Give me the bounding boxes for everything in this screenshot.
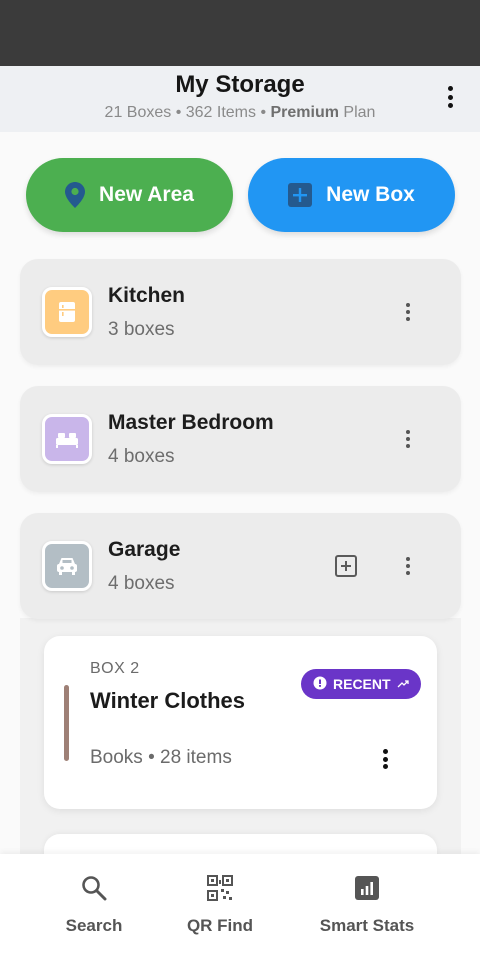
area-name: Garage — [108, 538, 181, 561]
search-icon — [80, 874, 108, 902]
plan-name: Premium — [270, 104, 339, 121]
badge-label: RECENT — [333, 676, 391, 692]
area-name: Master Bedroom — [108, 411, 274, 434]
bottom-navigation: Search QR Find Smart Stats — [0, 854, 480, 960]
box-number: BOX 2 — [90, 660, 140, 677]
box-card-winter-clothes[interactable]: BOX 2 Winter Clothes Books • 28 items RE… — [44, 636, 437, 809]
box-name: Winter Clothes — [90, 688, 246, 713]
nav-label: Smart Stats — [319, 916, 415, 935]
nav-label: Search — [65, 916, 123, 935]
app-header: My Storage 21 Boxes • 362 Items • Premiu… — [0, 66, 480, 132]
badge-star-icon — [313, 676, 327, 693]
bar-chart-icon — [353, 874, 381, 902]
area-more-icon[interactable] — [403, 303, 413, 321]
page-title: My Storage — [175, 71, 305, 98]
nav-smart-stats[interactable]: Smart Stats — [312, 874, 422, 936]
header-more-icon[interactable] — [440, 86, 460, 108]
qr-code-icon — [206, 874, 234, 902]
new-area-label: New Area — [99, 183, 194, 206]
status-bar — [0, 0, 480, 66]
area-more-icon[interactable] — [403, 557, 413, 575]
area-more-icon[interactable] — [403, 430, 413, 448]
area-box-count: 3 boxes — [108, 319, 175, 340]
new-area-button[interactable]: New Area — [26, 158, 233, 232]
location-pin-icon — [65, 182, 86, 208]
nav-search[interactable]: Search — [54, 874, 134, 936]
car-icon — [42, 541, 92, 591]
area-card-kitchen[interactable]: Kitchen 3 boxes — [20, 259, 461, 365]
area-name: Kitchen — [108, 284, 186, 307]
bed-icon — [42, 414, 92, 464]
new-box-label: New Box — [326, 183, 415, 206]
box-meta: Books • 28 items — [90, 747, 232, 768]
fridge-icon — [42, 287, 92, 337]
trending-up-icon — [397, 676, 409, 692]
area-card-master-bedroom[interactable]: Master Bedroom 4 boxes — [20, 386, 461, 492]
storage-summary: 21 Boxes • 362 Items • Premium Plan — [0, 104, 480, 122]
summary-counts: 21 Boxes • 362 Items • — [104, 104, 271, 121]
add-box-icon — [288, 183, 313, 207]
add-box-to-area-icon[interactable] — [335, 555, 357, 577]
box-accent-bar — [64, 685, 69, 761]
area-card-garage[interactable]: Garage 4 boxes — [20, 513, 461, 619]
nav-label: QR Find — [186, 916, 254, 935]
recent-badge: RECENT — [301, 669, 421, 699]
box-more-icon[interactable] — [381, 749, 389, 769]
plan-suffix: Plan — [338, 104, 376, 121]
nav-qr-find[interactable]: QR Find — [180, 874, 260, 936]
new-box-button[interactable]: New Box — [248, 158, 455, 232]
area-box-count: 4 boxes — [108, 573, 175, 594]
area-box-count: 4 boxes — [108, 446, 175, 467]
